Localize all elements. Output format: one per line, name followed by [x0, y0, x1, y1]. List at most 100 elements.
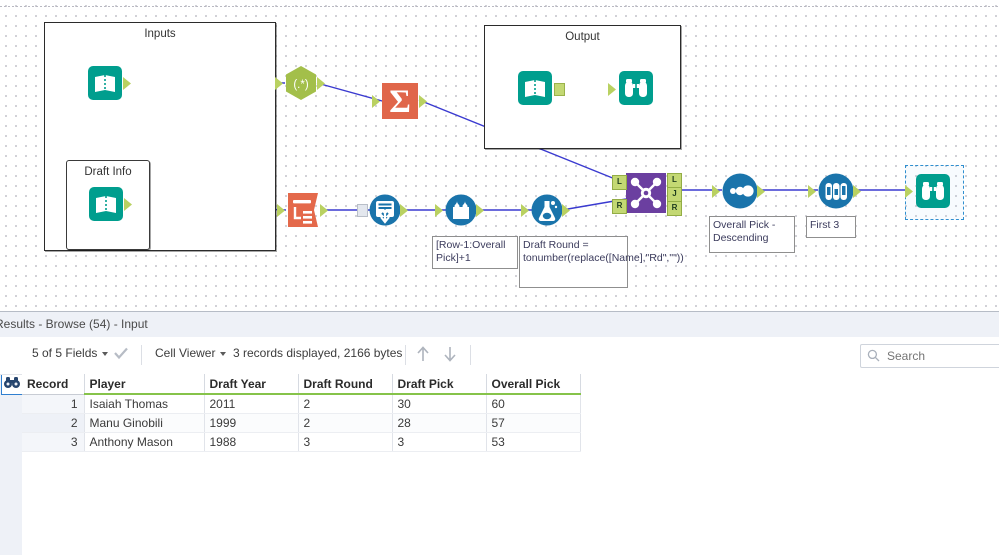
cell-viewer-label: Cell Viewer [155, 346, 216, 360]
multi-row-formula-icon [445, 194, 477, 226]
cell-draft-year: 1999 [204, 413, 299, 433]
cell-player: Isaiah Thomas [84, 394, 205, 414]
fields-selector-label: 5 of 5 Fields [32, 346, 98, 360]
toolbar-divider-1 [141, 345, 142, 365]
anchor-out[interactable] [554, 83, 565, 96]
results-title-bar: Results - Browse (54) - Input [0, 312, 999, 338]
results-data-grid[interactable]: Record Player Draft Year Draft Round Dra… [22, 374, 999, 555]
sort-icon [722, 173, 758, 209]
search-input[interactable] [885, 345, 999, 367]
container-output-title: Output [565, 31, 600, 43]
regex-label: (.*) [293, 79, 309, 91]
join-anchor-right-in[interactable]: R [612, 199, 627, 214]
table-row[interactable]: 2 Manu Ginobili 1999 2 28 57 [22, 413, 581, 433]
cell-viewer-selector[interactable]: Cell Viewer [155, 346, 227, 360]
sample-icon [818, 173, 854, 209]
arrow-up-icon [417, 346, 429, 361]
chevron-down-icon [102, 351, 109, 356]
tool-input-data-draft-info[interactable] [88, 186, 132, 222]
tool-formula[interactable] [521, 194, 570, 226]
results-toolbar: 5 of 5 Fields Cell Viewer 3 records disp… [0, 337, 999, 375]
join-anchor-left-out[interactable]: L [667, 173, 682, 188]
regex-icon: (.*) [286, 66, 316, 100]
join-anchor-right-out[interactable]: R [667, 201, 682, 216]
annotation-formula[interactable]: Draft Round = tonumber(replace([Name],"R… [519, 236, 684, 288]
search-icon [867, 349, 880, 362]
input-data-icon [518, 71, 552, 105]
input-data-icon [89, 187, 123, 221]
browse-icon [619, 71, 653, 105]
cell-draft-round: 3 [298, 432, 393, 452]
cell-record: 1 [22, 394, 85, 414]
container-inputs-title: Inputs [144, 28, 176, 40]
workflow-canvas[interactable]: Inputs Draft Info Output (.*) Σ L R L J … [0, 0, 999, 311]
tool-input-data-inputs[interactable] [87, 65, 131, 101]
tool-input-data-output[interactable] [517, 70, 565, 106]
alteryx-designer-window: Inputs Draft Info Output (.*) Σ L R L J … [0, 0, 999, 555]
tool-summarize[interactable]: Σ [372, 82, 427, 120]
tool-multi-row-formula[interactable] [435, 194, 484, 226]
cell-draft-pick: 28 [392, 413, 487, 433]
chevron-down-icon [220, 351, 227, 356]
col-header-record[interactable]: Record [22, 374, 85, 395]
tool-regex[interactable]: (.*) [275, 65, 325, 101]
cell-draft-round: 2 [298, 394, 393, 414]
tool-browse-output[interactable] [608, 70, 654, 106]
arrow-down-icon [444, 347, 456, 362]
tool-record-id[interactable] [357, 194, 408, 226]
record-id-icon [369, 194, 401, 226]
toolbar-divider-2 [405, 345, 406, 365]
input-data-icon [88, 66, 122, 100]
scroll-down-button[interactable] [441, 344, 461, 366]
col-header-draft-year[interactable]: Draft Year [204, 374, 299, 395]
cell-draft-year: 1988 [204, 432, 299, 452]
search-box[interactable] [860, 344, 999, 368]
cell-player: Anthony Mason [84, 432, 205, 452]
tool-sample[interactable] [808, 173, 861, 209]
col-header-draft-pick[interactable]: Draft Pick [392, 374, 487, 395]
col-header-draft-round[interactable]: Draft Round [298, 374, 393, 395]
cell-record: 3 [22, 432, 85, 452]
cell-player: Manu Ginobili [84, 413, 205, 433]
check-icon [114, 347, 128, 360]
join-anchor-join-out[interactable]: J [667, 187, 682, 202]
cell-draft-pick: 30 [392, 394, 487, 414]
annotation-sort[interactable]: Overall Pick - Descending [709, 216, 795, 253]
tool-sort[interactable] [712, 173, 765, 209]
results-title-text: Results - Browse (54) - Input [0, 317, 148, 331]
text-to-columns-icon [288, 193, 318, 227]
apply-check-button[interactable] [112, 344, 132, 366]
tool-text-to-columns[interactable] [277, 192, 328, 228]
col-header-player[interactable]: Player [84, 374, 205, 395]
records-status-text: 3 records displayed, 2166 bytes [233, 346, 403, 360]
svg-text:Σ: Σ [389, 84, 411, 120]
cell-record: 2 [22, 413, 85, 433]
tool-join[interactable]: L R L J R [612, 173, 682, 216]
results-pane: Results - Browse (54) - Input 5 of 5 Fie… [0, 311, 999, 555]
table-row[interactable]: 3 Anthony Mason 1988 3 3 53 [22, 432, 581, 452]
results-table: Record Player Draft Year Draft Round Dra… [22, 374, 581, 452]
table-header-row: Record Player Draft Year Draft Round Dra… [22, 374, 581, 395]
formula-flask-icon [531, 194, 563, 226]
browse-binoculars-icon [4, 377, 20, 388]
container-draft-info-title: Draft Info [84, 166, 132, 178]
cell-overall-pick: 57 [486, 413, 581, 433]
fields-selector[interactable]: 5 of 5 Fields [32, 346, 109, 360]
browse-icon [916, 174, 950, 208]
cell-draft-year: 2011 [204, 394, 299, 414]
cell-draft-round: 2 [298, 413, 393, 433]
join-anchor-left-in[interactable]: L [612, 175, 627, 190]
join-icon [626, 173, 666, 213]
cell-overall-pick: 53 [486, 432, 581, 452]
annotation-multi-row-formula[interactable]: [Row-1:Overall Pick]+1 [432, 236, 518, 269]
toolbar-divider-3 [470, 345, 471, 365]
col-header-overall-pick[interactable]: Overall Pick [486, 374, 581, 395]
scroll-up-button[interactable] [414, 344, 434, 366]
cell-draft-pick: 3 [392, 432, 487, 452]
summarize-icon: Σ [382, 83, 418, 120]
table-row[interactable]: 1 Isaiah Thomas 2011 2 30 60 [22, 394, 581, 414]
anchor-in[interactable] [357, 204, 368, 217]
cell-overall-pick: 60 [486, 394, 581, 414]
tool-browse-final[interactable] [905, 173, 951, 209]
annotation-sample[interactable]: First 3 [806, 216, 856, 238]
